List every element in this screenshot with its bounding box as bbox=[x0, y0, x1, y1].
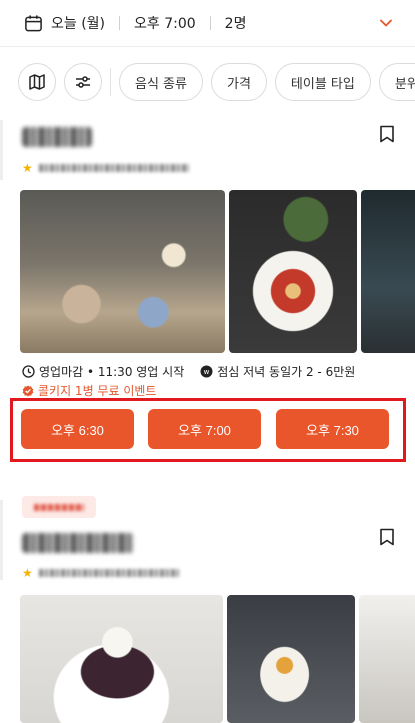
restaurant-photo[interactable] bbox=[359, 595, 415, 723]
restaurant-photo[interactable] bbox=[229, 190, 357, 353]
check-badge-icon bbox=[22, 385, 34, 396]
party-size: 2명 bbox=[224, 16, 247, 32]
clock-icon bbox=[22, 365, 35, 378]
promo-tag-blurred bbox=[22, 496, 96, 518]
photo-carousel[interactable] bbox=[20, 595, 415, 723]
rating-row-blurred: ★ bbox=[22, 566, 179, 580]
rating-meta-blurred bbox=[38, 164, 189, 172]
svg-text:w: w bbox=[204, 368, 210, 376]
chevron-down-icon[interactable] bbox=[379, 16, 393, 30]
rating-row-blurred: ★ bbox=[22, 161, 189, 175]
restaurant-name-blurred[interactable] bbox=[22, 533, 134, 553]
price-range: 점심 저녁 동일가 2 - 6만원 bbox=[217, 365, 356, 379]
card-edge bbox=[0, 500, 3, 580]
time-slot-button-700[interactable]: 오후 7:00 bbox=[148, 409, 261, 449]
price-badge-icon: w bbox=[200, 365, 213, 378]
time-slot-button-630[interactable]: 오후 6:30 bbox=[21, 409, 134, 449]
filter-settings-button[interactable] bbox=[64, 63, 102, 101]
filter-chip-price[interactable]: 가격 bbox=[210, 63, 267, 101]
restaurant-name-blurred[interactable] bbox=[22, 127, 92, 147]
divider bbox=[110, 68, 111, 96]
booking-time: 오후 7:00 bbox=[134, 16, 196, 32]
restaurant-photo[interactable] bbox=[20, 595, 223, 723]
restaurant-info-row: 영업마감 • 11:30 영업 시작 w 점심 저녁 동일가 2 - 6만원 bbox=[22, 363, 355, 380]
filter-bar: 음식 종류 가격 테이블 타입 분위 bbox=[0, 63, 415, 101]
calendar-icon bbox=[25, 14, 42, 31]
filter-chip-table-type[interactable]: 테이블 타입 bbox=[274, 63, 371, 101]
rating-meta-blurred bbox=[38, 569, 179, 577]
event-row: 콜키지 1병 무료 이벤트 bbox=[22, 382, 156, 399]
divider bbox=[209, 16, 211, 30]
map-view-button[interactable] bbox=[18, 63, 56, 101]
restaurant-photo[interactable] bbox=[20, 190, 225, 353]
star-icon: ★ bbox=[22, 161, 33, 175]
filter-chip-atmosphere[interactable]: 분위 bbox=[378, 63, 415, 101]
star-icon: ★ bbox=[22, 566, 33, 580]
opening-hours: 영업마감 • 11:30 영업 시작 bbox=[39, 365, 185, 379]
event-text: 콜키지 1병 무료 이벤트 bbox=[38, 384, 157, 398]
restaurant-photo[interactable] bbox=[361, 190, 415, 353]
photo-carousel[interactable] bbox=[20, 190, 415, 353]
booking-summary-bar[interactable]: 오늘 (월) 오후 7:00 2명 bbox=[0, 0, 415, 46]
filter-chip-cuisine[interactable]: 음식 종류 bbox=[119, 63, 203, 101]
map-icon bbox=[29, 74, 45, 90]
sliders-icon bbox=[76, 76, 90, 88]
time-slot-button-730[interactable]: 오후 7:30 bbox=[276, 409, 389, 449]
restaurant-photo[interactable] bbox=[227, 595, 355, 723]
booking-date: 오늘 (월) bbox=[51, 16, 106, 32]
bookmark-icon[interactable] bbox=[379, 125, 395, 143]
card-edge bbox=[0, 120, 3, 180]
header-divider bbox=[0, 46, 415, 47]
divider bbox=[119, 16, 121, 30]
bookmark-icon[interactable] bbox=[379, 528, 395, 546]
